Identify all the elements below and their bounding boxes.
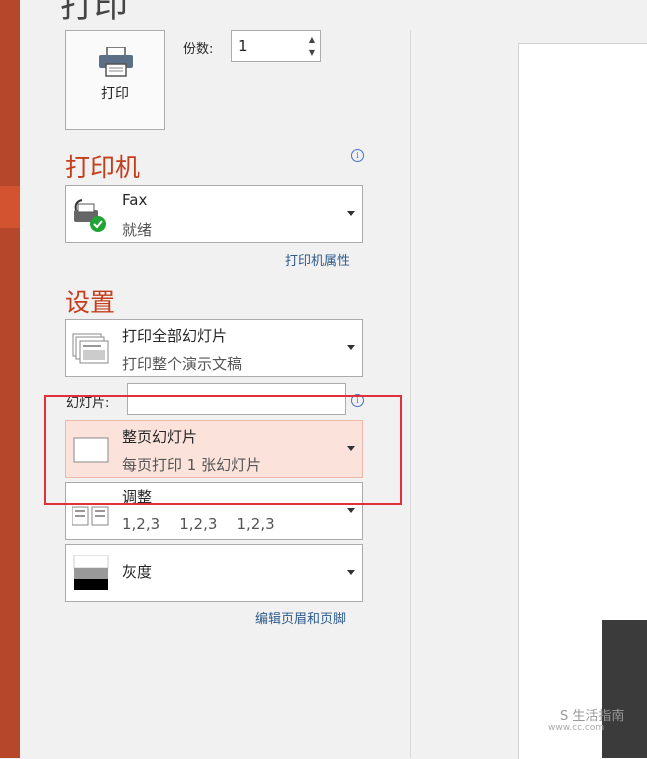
printer-properties-link[interactable]: 打印机属性 xyxy=(285,250,350,269)
copies-stepper[interactable]: 1 ▲ ▼ xyxy=(231,30,321,62)
print-range-subtitle: 打印整个演示文稿 xyxy=(122,355,243,373)
copies-value[interactable]: 1 xyxy=(238,37,248,55)
chevron-down-icon xyxy=(347,211,355,216)
print-range-title: 打印全部幻灯片 xyxy=(122,327,228,345)
grayscale-icon xyxy=(73,555,109,590)
print-button-label: 打印 xyxy=(101,86,129,102)
print-button[interactable]: 打印 xyxy=(65,30,165,130)
printer-info-icon[interactable]: i xyxy=(351,149,364,162)
printer-section-title: 打印机 xyxy=(65,153,141,182)
annotation-highlight-box xyxy=(44,395,402,505)
chevron-down-icon xyxy=(347,508,355,513)
settings-section-title: 设置 xyxy=(65,288,116,317)
sidebar-selected-print[interactable] xyxy=(0,186,20,228)
printer-name: Fax xyxy=(122,191,148,209)
chevron-down-icon xyxy=(347,570,355,575)
backstage-sidebar xyxy=(0,0,20,758)
printer-status: 就绪 xyxy=(122,221,153,239)
color-dropdown[interactable]: 灰度 xyxy=(65,544,363,602)
printer-icon xyxy=(99,47,133,77)
copies-label: 份数: xyxy=(183,42,214,57)
watermark-logo: S 生活指南 xyxy=(560,709,625,724)
copies-up-icon[interactable]: ▲ xyxy=(309,35,315,44)
chevron-down-icon xyxy=(347,345,355,350)
panel-divider xyxy=(410,30,411,758)
copies-down-icon[interactable]: ▼ xyxy=(309,48,315,57)
slides-stack-icon xyxy=(72,333,109,364)
page-title: 打印 xyxy=(60,0,128,26)
collate-subtitle: 1,2,3 1,2,3 1,2,3 xyxy=(122,515,275,533)
watermark-url: www.cc.com xyxy=(548,723,605,733)
edit-header-footer-link[interactable]: 编辑页眉和页脚 xyxy=(255,608,346,627)
fax-ready-icon xyxy=(74,199,106,232)
printer-dropdown[interactable]: Fax 就绪 xyxy=(65,185,363,243)
color-title: 灰度 xyxy=(122,563,153,581)
print-range-dropdown[interactable]: 打印全部幻灯片 打印整个演示文稿 xyxy=(65,319,363,377)
preview-slide-image xyxy=(602,620,647,758)
